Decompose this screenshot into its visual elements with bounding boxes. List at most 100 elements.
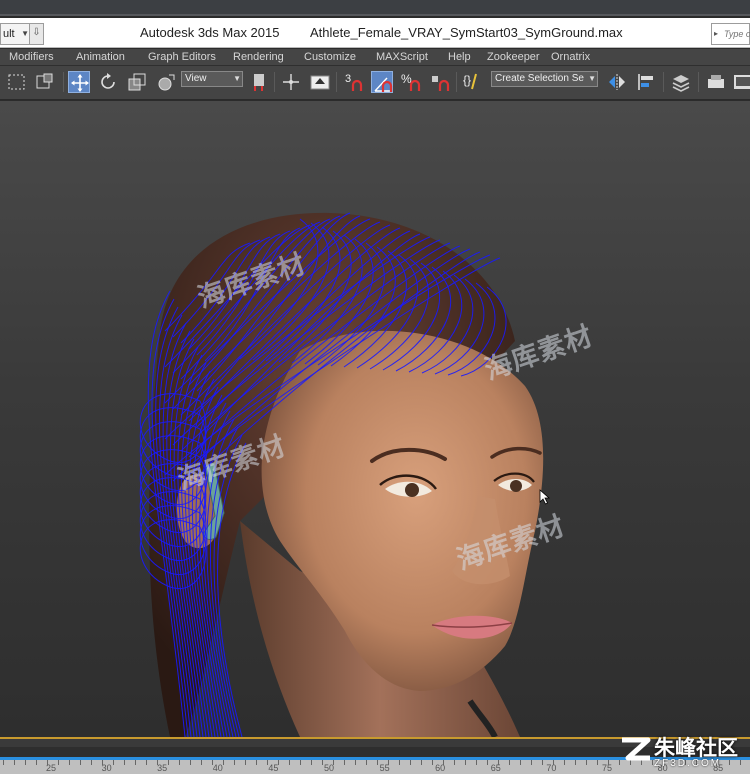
main-toolbar: View ▼ 3 % {} Create Selection Se ▼ xyxy=(0,66,750,100)
ruler-tick xyxy=(498,760,499,765)
rendered-frame-window-icon[interactable] xyxy=(732,71,750,93)
ruler-tick xyxy=(102,760,103,765)
ruler-tick xyxy=(58,760,59,765)
ruler-tick-label: 30 xyxy=(101,763,112,773)
menu-zookeeper[interactable]: Zookeeper xyxy=(487,51,540,63)
snap-label: 3 xyxy=(345,73,351,85)
ruler-tick xyxy=(377,760,378,765)
named-selection-value: Create Selection Se xyxy=(495,73,584,84)
ruler-tick xyxy=(91,760,92,765)
menu-bar: Modifiers Animation Graph Editors Render… xyxy=(0,49,750,66)
top-strip xyxy=(0,0,750,16)
reference-coordinate-dropdown[interactable]: View ▼ xyxy=(181,71,243,87)
ruler-tick-label: 40 xyxy=(212,763,223,773)
menu-modifiers[interactable]: Modifiers xyxy=(9,51,54,63)
menu-rendering[interactable]: Rendering xyxy=(233,51,284,63)
ruler-tick xyxy=(212,760,213,765)
search-expand-icon[interactable]: ▸ xyxy=(714,29,718,38)
ruler-tick xyxy=(454,760,455,765)
ruler-tick xyxy=(564,760,565,765)
window-crossing-icon[interactable] xyxy=(34,71,56,93)
ruler-tick xyxy=(388,760,389,765)
quick-access-menu-icon[interactable]: ⇩ xyxy=(29,24,43,44)
ruler-tick xyxy=(69,760,70,765)
ruler-tick xyxy=(366,760,367,765)
select-and-move-icon[interactable] xyxy=(68,71,90,93)
workspace-combo[interactable]: ult ▼ ⇩ xyxy=(0,23,44,45)
rectangular-selection-icon[interactable] xyxy=(6,71,28,93)
ruler-tick xyxy=(267,760,268,765)
menu-graph-editors[interactable]: Graph Editors xyxy=(148,51,216,63)
mirror-icon[interactable] xyxy=(606,71,628,93)
ruler-tick xyxy=(597,760,598,765)
ruler-tick xyxy=(190,760,191,765)
ruler-tick xyxy=(289,760,290,765)
ruler-tick xyxy=(355,760,356,765)
ruler-tick xyxy=(300,760,301,765)
select-and-place-icon[interactable] xyxy=(155,71,177,93)
toolbar-separator xyxy=(698,72,699,92)
ruler-tick xyxy=(36,760,37,765)
keyboard-shortcut-override-icon[interactable] xyxy=(309,71,331,93)
toolbar-separator xyxy=(274,72,275,92)
menu-maxscript[interactable]: MAXScript xyxy=(376,51,428,63)
layer-manager-icon[interactable] xyxy=(670,71,692,93)
menu-ornatrix[interactable]: Ornatrix xyxy=(551,51,590,63)
ruler-tick-label: 45 xyxy=(268,763,279,773)
ruler-tick xyxy=(234,760,235,765)
select-and-rotate-icon[interactable] xyxy=(97,71,119,93)
spinner-snap-toggle-icon[interactable] xyxy=(429,71,451,93)
search-input[interactable] xyxy=(724,26,750,42)
menu-animation[interactable]: Animation xyxy=(76,51,125,63)
ruler-tick xyxy=(476,760,477,765)
angle-snap-toggle-icon[interactable] xyxy=(371,71,393,93)
ruler-tick xyxy=(80,760,81,765)
ruler-tick xyxy=(25,760,26,765)
ruler-tick xyxy=(333,760,334,765)
hair-guide-curve xyxy=(421,274,474,374)
ruler-tick xyxy=(586,760,587,765)
ruler-tick xyxy=(542,760,543,765)
ruler-tick xyxy=(608,760,609,765)
named-selection-dropdown[interactable]: Create Selection Se ▼ xyxy=(491,71,598,87)
toolbar-separator xyxy=(456,72,457,92)
ruler-tick-label: 75 xyxy=(601,763,613,773)
search-box[interactable]: ▸ xyxy=(711,23,750,45)
menu-customize[interactable]: Customize xyxy=(304,51,356,63)
ruler-tick xyxy=(509,760,510,765)
logo-url: ZF3D.COM xyxy=(654,758,722,769)
ruler-tick xyxy=(344,760,345,765)
menu-help[interactable]: Help xyxy=(448,51,471,63)
use-pivot-center-icon[interactable] xyxy=(249,71,271,93)
ruler-tick xyxy=(465,760,466,765)
perspective-viewport[interactable]: 海库素材 海库素材 海库素材 海库素材 xyxy=(0,101,750,737)
ruler-tick xyxy=(487,760,488,765)
edit-named-selection-icon[interactable]: {} xyxy=(462,71,484,93)
chevron-down-icon: ▼ xyxy=(588,74,596,83)
percent-snap-toggle-icon[interactable]: % xyxy=(400,71,422,93)
ruler-tick xyxy=(421,760,422,765)
render-setup-icon[interactable] xyxy=(705,71,727,93)
ruler-tick xyxy=(399,760,400,765)
manipulate-icon[interactable] xyxy=(280,71,302,93)
ruler-tick-label: 65 xyxy=(490,763,501,773)
ruler-tick xyxy=(520,760,521,765)
ruler-tick xyxy=(124,760,125,765)
ruler-tick-label: 70 xyxy=(546,763,557,773)
ruler-tick xyxy=(146,760,147,765)
select-and-scale-icon[interactable] xyxy=(126,71,148,93)
ruler-tick xyxy=(135,760,136,765)
hair-guide-curve xyxy=(304,238,374,365)
ruler-tick xyxy=(575,760,576,765)
hair-guide-splines xyxy=(139,212,507,737)
chevron-down-icon: ▼ xyxy=(233,74,241,83)
ruler-tick xyxy=(168,760,169,765)
title-bar: ult ▼ ⇩ Autodesk 3ds Max 2015 Athlete_Fe… xyxy=(0,18,750,48)
ruler-tick xyxy=(47,760,48,765)
align-icon[interactable] xyxy=(635,71,657,93)
ruler-tick xyxy=(410,760,411,765)
snaps-toggle-icon[interactable]: 3 xyxy=(342,71,364,93)
ruler-tick xyxy=(322,760,323,765)
ruler-tick xyxy=(443,760,444,765)
svg-text:{}: {} xyxy=(463,73,471,87)
